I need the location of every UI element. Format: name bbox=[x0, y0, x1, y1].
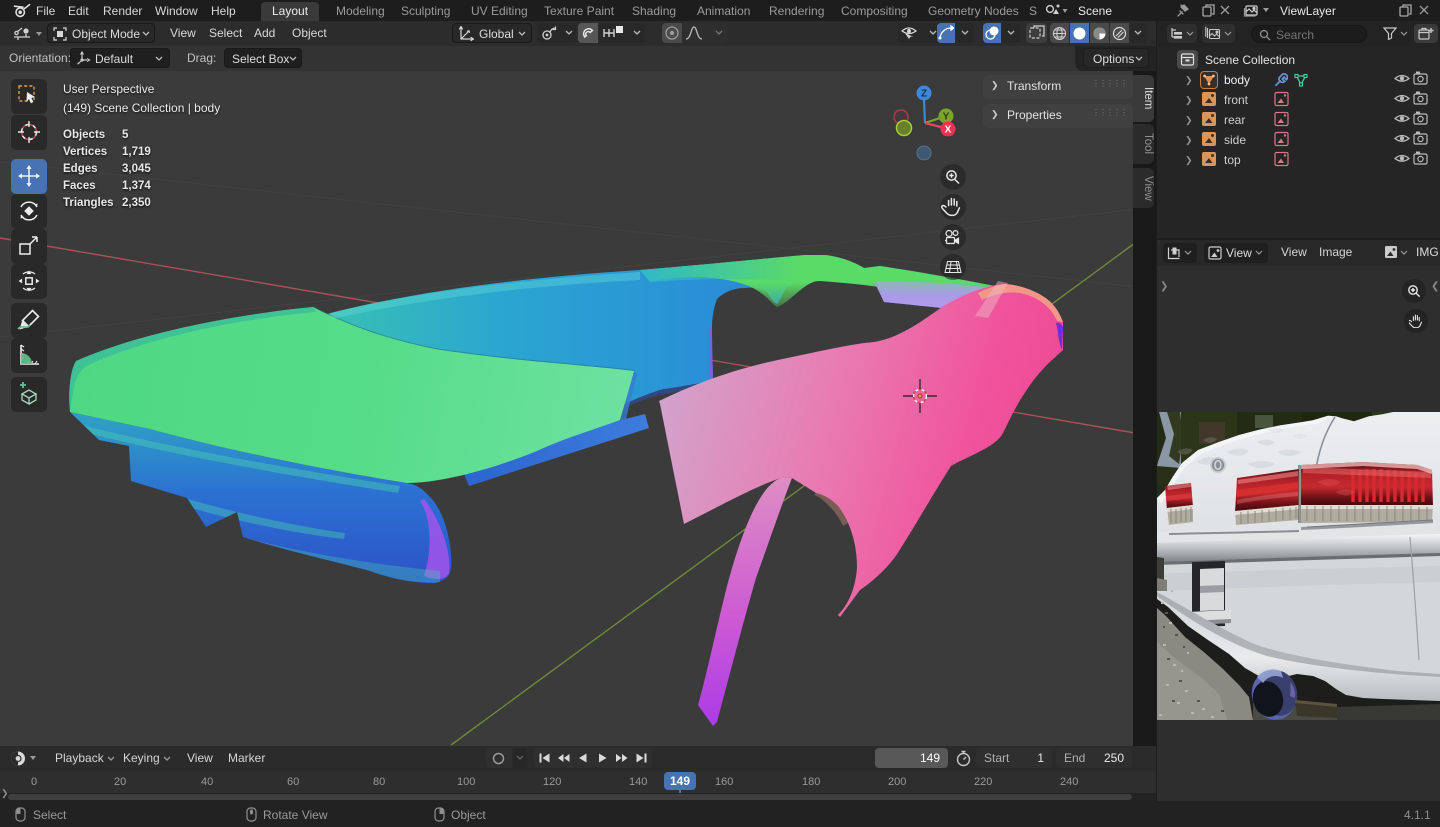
svg-text:Y: Y bbox=[943, 112, 950, 123]
svg-text:X: X bbox=[945, 125, 952, 136]
svg-text:Z: Z bbox=[921, 89, 927, 100]
